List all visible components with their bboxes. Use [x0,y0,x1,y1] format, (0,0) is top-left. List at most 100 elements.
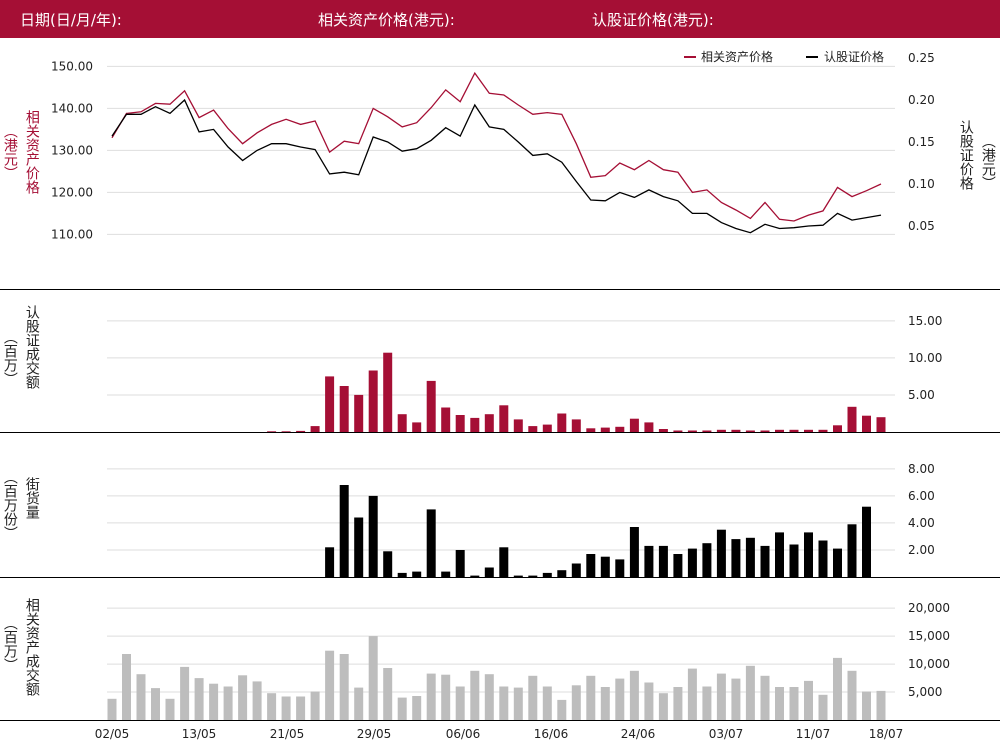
p1-left-tick-label: 130.00 [51,143,93,157]
bar [441,571,451,577]
bar [775,532,784,577]
bar [702,430,712,432]
bar [586,675,596,720]
bar [339,386,349,432]
bar [484,414,494,432]
bar [354,687,364,720]
bar [354,394,364,432]
legend-underlying-label: 相关资产价格 [701,49,773,64]
x-tick-label: 03/07 [709,727,744,741]
bar [629,527,639,577]
bar [339,485,349,577]
bar [499,547,509,578]
bar [455,415,465,432]
bar [325,547,335,578]
bar [600,556,610,577]
bar [267,693,277,720]
y-tick-label: 5,000 [908,685,942,699]
bar [760,430,770,432]
warrant-price-line [111,98,882,234]
legend: 相关资产价格 认股证价格 [684,49,884,64]
x-tick-label: 13/05 [182,727,217,741]
bar [470,575,480,577]
bar [789,687,799,720]
bar [571,685,581,720]
bar [470,670,480,720]
bar [325,650,335,720]
x-tick-label: 21/05 [270,727,305,741]
bar [833,425,842,432]
warrant-chart: 110.00 120.00 130.00 140.00 150.00 0.05 0.10 0.… [51,49,950,741]
bar [136,674,146,720]
bar [194,678,204,720]
p1-right-tick-label: 0.05 [908,219,935,233]
p1-left-tick-label: 120.00 [51,185,93,199]
bar [557,699,567,720]
bar [586,428,596,432]
y-tick-label: 10,000 [908,657,950,671]
bar [644,545,654,577]
warrant-turnover-bars [267,352,886,432]
bar [862,415,871,432]
bar [716,673,726,720]
y-tick-label: 8.00 [908,462,935,476]
bar [818,694,828,720]
bar [557,413,567,432]
bar [528,675,538,720]
y-tick-label: 15,000 [908,629,950,643]
bar [716,529,726,577]
bar [745,430,755,432]
bar [731,678,741,720]
bar [702,686,712,720]
bar [687,430,697,432]
bar [383,668,393,720]
bar [441,674,451,720]
bar [804,532,813,577]
bar [600,687,610,720]
bar [209,683,219,720]
bar [745,665,755,720]
p1-right-tick-label: 0.15 [908,135,935,149]
bar [760,545,770,577]
bar [847,670,857,720]
bar [833,657,842,720]
bar [412,422,422,432]
bar [470,417,480,432]
bar [673,554,683,577]
bar [165,698,175,720]
bar [847,406,857,432]
x-tick-label: 18/07 [869,727,904,741]
bar [499,686,509,720]
bar [310,426,320,432]
bar [542,424,552,432]
x-tick-label: 29/05 [357,727,392,741]
bar [745,537,755,577]
bar [397,414,407,432]
bar [368,636,378,720]
bar [426,509,436,577]
y-tick-label: 20,000 [908,601,950,615]
bar [687,668,697,720]
bar [484,567,494,577]
bar [775,687,784,720]
bar [383,352,393,432]
bar [658,545,668,577]
bar [731,539,741,577]
bar [615,678,625,720]
bar [571,563,581,577]
bar [629,670,639,720]
bar [833,548,842,577]
bar [484,674,494,720]
turnover-gridlines [107,320,895,396]
bar [296,696,306,720]
x-tick-label: 06/06 [446,727,481,741]
bar [615,426,625,432]
y-tick-label: 6.00 [908,489,935,503]
bar [325,376,335,432]
bar [281,696,291,720]
price-gridlines [107,65,895,235]
bar [789,544,799,577]
bar [586,554,596,577]
bar [513,419,523,432]
bar [775,429,784,432]
